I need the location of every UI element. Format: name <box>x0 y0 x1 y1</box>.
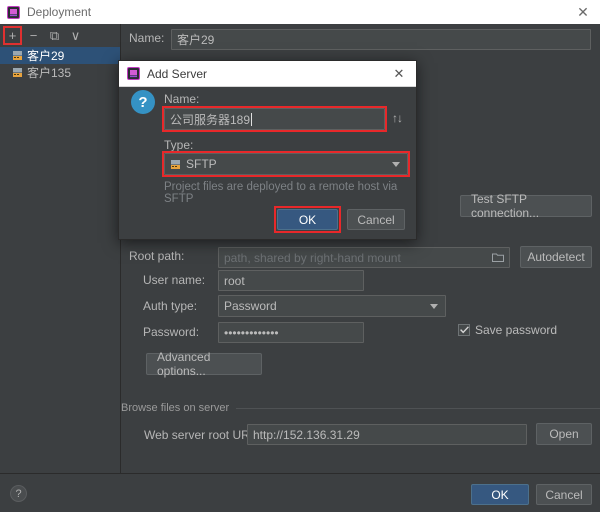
set-default-button[interactable]: ∨ <box>66 26 85 45</box>
auth-type-row: Auth type: <box>143 299 197 313</box>
add-server-button[interactable]: + <box>3 25 22 45</box>
modal-name-value: 公司服务器189 <box>170 112 251 127</box>
cancel-button[interactable]: Cancel <box>536 484 592 505</box>
password-input[interactable]: ••••••••••••• <box>218 322 364 343</box>
remove-server-button[interactable]: − <box>24 26 43 45</box>
root-path-label: Root path: <box>129 249 185 263</box>
add-server-button-label: + <box>8 27 17 43</box>
autodetect-button[interactable]: Autodetect <box>520 246 592 268</box>
add-server-dialog: Add Server ✕ ? Name: 公司服务器189 ↑↓ Type: S… <box>118 60 417 240</box>
copy-server-button[interactable]: ⧉ <box>45 26 64 45</box>
sort-arrows-icon[interactable]: ↑↓ <box>392 111 403 125</box>
server-list-pane: + − ⧉ ∨ 客户29 客户135 <box>0 24 121 473</box>
help-icon[interactable]: ? <box>10 485 27 502</box>
name-input-value: 客户29 <box>177 33 215 47</box>
sftp-server-icon <box>12 50 23 61</box>
deployment-window: Deployment ✕ + − ⧉ ∨ 客户29 客户135 Name: 客户… <box>0 0 600 512</box>
user-name-label: User name: <box>143 273 206 287</box>
sftp-server-icon <box>12 67 23 78</box>
window-close-icon[interactable]: ✕ <box>574 3 592 21</box>
modal-name-label: Name: <box>164 92 200 106</box>
web-server-url-label: Web server root URL: <box>144 428 260 442</box>
window-title: Deployment <box>27 5 92 19</box>
add-server-title: Add Server <box>147 66 208 81</box>
autodetect-label: Autodetect <box>527 250 585 264</box>
deployment-icon <box>7 5 20 19</box>
help-question-icon: ? <box>131 90 155 114</box>
password-value: ••••••••••••• <box>224 325 279 340</box>
user-name-row: User name: <box>143 273 205 287</box>
advanced-options-label: Advanced options... <box>157 350 211 378</box>
chevron-down-icon <box>430 304 438 309</box>
root-path-placeholder: path, shared by right-hand mount <box>224 250 401 265</box>
add-server-titlebar: Add Server ✕ <box>119 61 416 87</box>
server-tree-item-0[interactable]: 客户29 <box>0 47 120 64</box>
chevron-down-icon <box>392 162 400 167</box>
name-label: Name: <box>129 31 165 45</box>
ok-button[interactable]: OK <box>471 484 529 505</box>
set-default-button-label: ∨ <box>70 27 81 43</box>
modal-type-value: SFTP <box>186 157 217 171</box>
text-caret <box>251 112 253 126</box>
modal-type-select[interactable]: SFTP <box>164 153 408 175</box>
server-tree-item-label: 客户135 <box>27 66 72 80</box>
name-row: Name: <box>129 31 175 45</box>
server-list-toolbar: + − ⧉ ∨ <box>0 24 120 46</box>
password-label: Password: <box>143 325 200 339</box>
root-path-row: Root path: <box>129 249 184 263</box>
modal-hint-text: Project files are deployed to a remote h… <box>164 181 398 205</box>
sftp-server-icon <box>170 159 181 170</box>
server-tree-item-label: 客户29 <box>27 49 65 63</box>
modal-cancel-label: Cancel <box>357 212 395 227</box>
web-server-url-value: http://152.136.31.29 <box>253 427 360 442</box>
open-url-label: Open <box>549 427 579 441</box>
web-server-url-row: Web server root URL: <box>144 428 260 442</box>
test-sftp-connection-button[interactable]: Test SFTP connection... <box>460 192 592 220</box>
section-divider <box>236 408 600 409</box>
add-server-icon <box>127 67 140 80</box>
test-sftp-connection-label: Test SFTP connection... <box>471 192 540 220</box>
advanced-options-button[interactable]: Advanced options... <box>146 350 262 378</box>
user-name-input[interactable]: root <box>218 270 364 291</box>
ok-button-label: OK <box>491 487 509 502</box>
server-tree-item-1[interactable]: 客户135 <box>0 64 120 81</box>
save-password-label: Save password <box>475 323 558 337</box>
remove-server-button-label: − <box>29 27 38 43</box>
cancel-button-label: Cancel <box>545 487 583 502</box>
auth-type-label: Auth type: <box>143 299 198 313</box>
server-tree: 客户29 客户135 <box>0 47 120 81</box>
save-password-checkbox[interactable]: Save password <box>458 323 557 337</box>
auth-type-select[interactable]: Password <box>218 295 446 317</box>
modal-cancel-button[interactable]: Cancel <box>347 209 405 230</box>
modal-ok-button[interactable]: OK <box>277 209 338 230</box>
modal-name-input[interactable]: 公司服务器189 <box>164 108 385 130</box>
user-name-value: root <box>224 273 245 288</box>
copy-server-button-label: ⧉ <box>49 27 60 43</box>
password-row: Password: <box>143 325 199 339</box>
modal-ok-label: OK <box>298 212 317 227</box>
checkbox-box <box>458 324 470 336</box>
add-server-close-icon[interactable]: ✕ <box>391 65 407 81</box>
name-input[interactable]: 客户29 <box>171 29 591 50</box>
auth-type-value: Password <box>224 299 277 313</box>
browse-section-label: Browse files on server <box>121 402 230 414</box>
web-server-url-input[interactable]: http://152.136.31.29 <box>247 424 527 445</box>
root-path-input[interactable]: path, shared by right-hand mount <box>218 247 510 268</box>
modal-type-label: Type: <box>164 138 194 152</box>
open-url-button[interactable]: Open <box>536 423 592 445</box>
folder-icon[interactable] <box>492 252 504 263</box>
window-titlebar: Deployment ✕ <box>0 0 600 25</box>
